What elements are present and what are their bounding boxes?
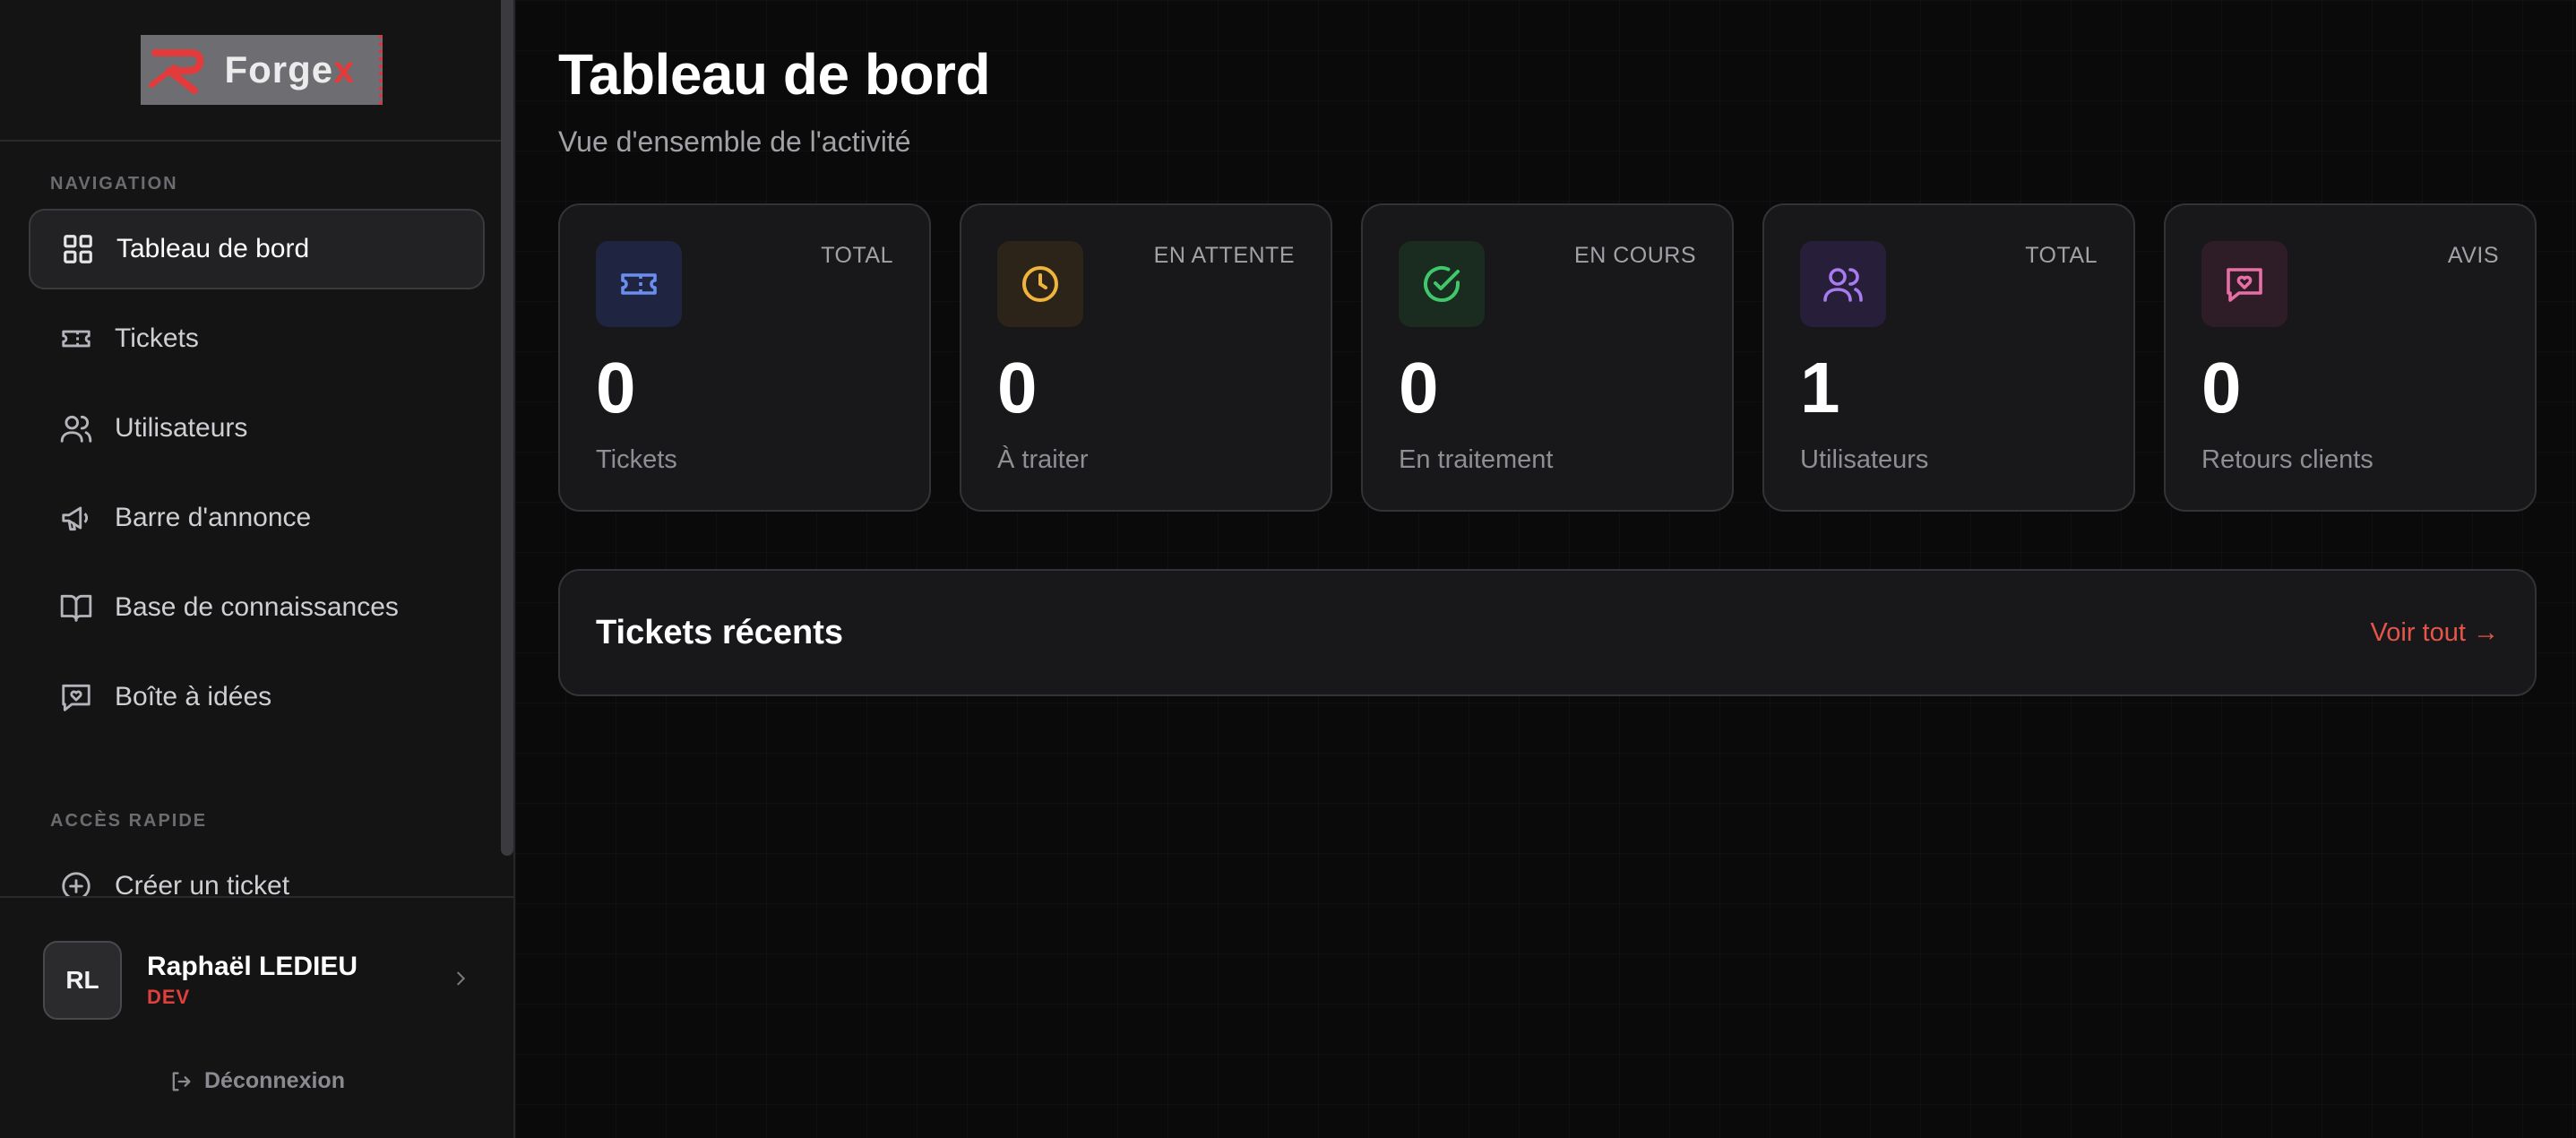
stat-label: Retours clients bbox=[2201, 445, 2374, 474]
user-role-badge: DEV bbox=[147, 986, 191, 1008]
chevron-right-icon bbox=[451, 965, 470, 996]
megaphone-icon bbox=[59, 501, 93, 535]
main-content: Tableau de bord Vue d'ensemble de l'acti… bbox=[515, 0, 2576, 1138]
stat-label: Tickets bbox=[596, 445, 677, 474]
forgex-logo[interactable]: Forgex bbox=[140, 35, 383, 105]
ticket-icon bbox=[59, 322, 93, 356]
sidebar-item-label: Boîte à idées bbox=[115, 682, 272, 711]
stat-label: Utilisateurs bbox=[1800, 445, 1929, 474]
stat-value: 0 bbox=[997, 348, 1038, 427]
view-all-link[interactable]: Voir tout → bbox=[2371, 618, 2499, 648]
sidebar-item-label: Tableau de bord bbox=[116, 234, 310, 263]
users-icon bbox=[1800, 241, 1886, 327]
sidebar-item-tickets[interactable]: Tickets bbox=[29, 298, 485, 379]
forgex-logo-mark-icon bbox=[148, 49, 203, 94]
app-window: Forgex NAVIGATION Tableau de bord Ticket… bbox=[0, 0, 2576, 1138]
sidebar-item-knowledge-base[interactable]: Base de connaissances bbox=[29, 567, 485, 648]
user-panel: RL Raphaël LEDIEU DEV Déconnexion bbox=[0, 896, 513, 1138]
message-heart-icon bbox=[59, 680, 93, 714]
stat-tag: TOTAL bbox=[2025, 243, 2098, 268]
stat-tag: EN ATTENTE bbox=[1153, 243, 1295, 268]
recent-tickets-title: Tickets récents bbox=[596, 613, 844, 651]
stat-label: En traitement bbox=[1399, 445, 1554, 474]
stat-value: 0 bbox=[596, 348, 636, 427]
stat-card-feedback[interactable]: AVIS 0 Retours clients bbox=[2164, 203, 2537, 512]
logout-label: Déconnexion bbox=[204, 1068, 345, 1093]
stat-tag: EN COURS bbox=[1574, 243, 1696, 268]
stat-card-users[interactable]: TOTAL 1 Utilisateurs bbox=[1762, 203, 2135, 512]
sidebar-nav: Tableau de bord Tickets Utilisateurs Bar… bbox=[0, 209, 513, 737]
sidebar: Forgex NAVIGATION Tableau de bord Ticket… bbox=[0, 0, 515, 1138]
avatar: RL bbox=[43, 941, 122, 1020]
sidebar-item-idea-box[interactable]: Boîte à idées bbox=[29, 657, 485, 737]
clock-icon bbox=[997, 241, 1083, 327]
sidebar-item-label: Tickets bbox=[115, 323, 199, 353]
ticket-icon bbox=[596, 241, 682, 327]
stat-card-tickets[interactable]: TOTAL 0 Tickets bbox=[558, 203, 931, 512]
quick-access-section-label: ACCÈS RAPIDE bbox=[50, 811, 208, 831]
stat-label: À traiter bbox=[997, 445, 1089, 474]
page-title: Tableau de bord bbox=[558, 42, 991, 107]
user-profile-button[interactable]: RL Raphaël LEDIEU DEV bbox=[0, 898, 513, 1020]
sidebar-item-users[interactable]: Utilisateurs bbox=[29, 388, 485, 469]
dashboard-grid-icon bbox=[61, 232, 95, 266]
users-icon bbox=[59, 411, 93, 445]
nav-section-label: NAVIGATION bbox=[50, 174, 178, 194]
logout-icon bbox=[168, 1069, 194, 1094]
sidebar-item-dashboard[interactable]: Tableau de bord bbox=[29, 209, 485, 289]
user-name: Raphaël LEDIEU bbox=[147, 952, 358, 981]
stat-value: 1 bbox=[1800, 348, 1840, 427]
check-circle-icon bbox=[1399, 241, 1485, 327]
stats-row: TOTAL 0 Tickets EN ATTENTE 0 À traiter E… bbox=[558, 203, 2576, 512]
sidebar-item-label: Utilisateurs bbox=[115, 413, 248, 443]
stat-card-pending[interactable]: EN ATTENTE 0 À traiter bbox=[960, 203, 1332, 512]
sidebar-scrollbar[interactable] bbox=[501, 0, 513, 856]
message-heart-icon bbox=[2201, 241, 2287, 327]
page-subtitle: Vue d'ensemble de l'activité bbox=[558, 125, 911, 158]
stat-tag: TOTAL bbox=[821, 243, 893, 268]
logo-area: Forgex bbox=[0, 0, 513, 142]
logout-button[interactable]: Déconnexion bbox=[0, 1068, 513, 1094]
book-open-icon bbox=[59, 591, 93, 625]
stat-value: 0 bbox=[1399, 348, 1439, 427]
stat-tag: AVIS bbox=[2447, 243, 2499, 268]
sidebar-item-announcement-bar[interactable]: Barre d'annonce bbox=[29, 478, 485, 558]
logo-text: Forgex bbox=[224, 48, 356, 91]
user-info: Raphaël LEDIEU DEV bbox=[147, 952, 451, 1009]
recent-tickets-card: Tickets récents Voir tout → bbox=[558, 569, 2537, 696]
stat-value: 0 bbox=[2201, 348, 2242, 427]
sidebar-item-label: Base de connaissances bbox=[115, 592, 399, 622]
stat-card-in-progress[interactable]: EN COURS 0 En traitement bbox=[1361, 203, 1734, 512]
sidebar-item-label: Barre d'annonce bbox=[115, 503, 312, 532]
